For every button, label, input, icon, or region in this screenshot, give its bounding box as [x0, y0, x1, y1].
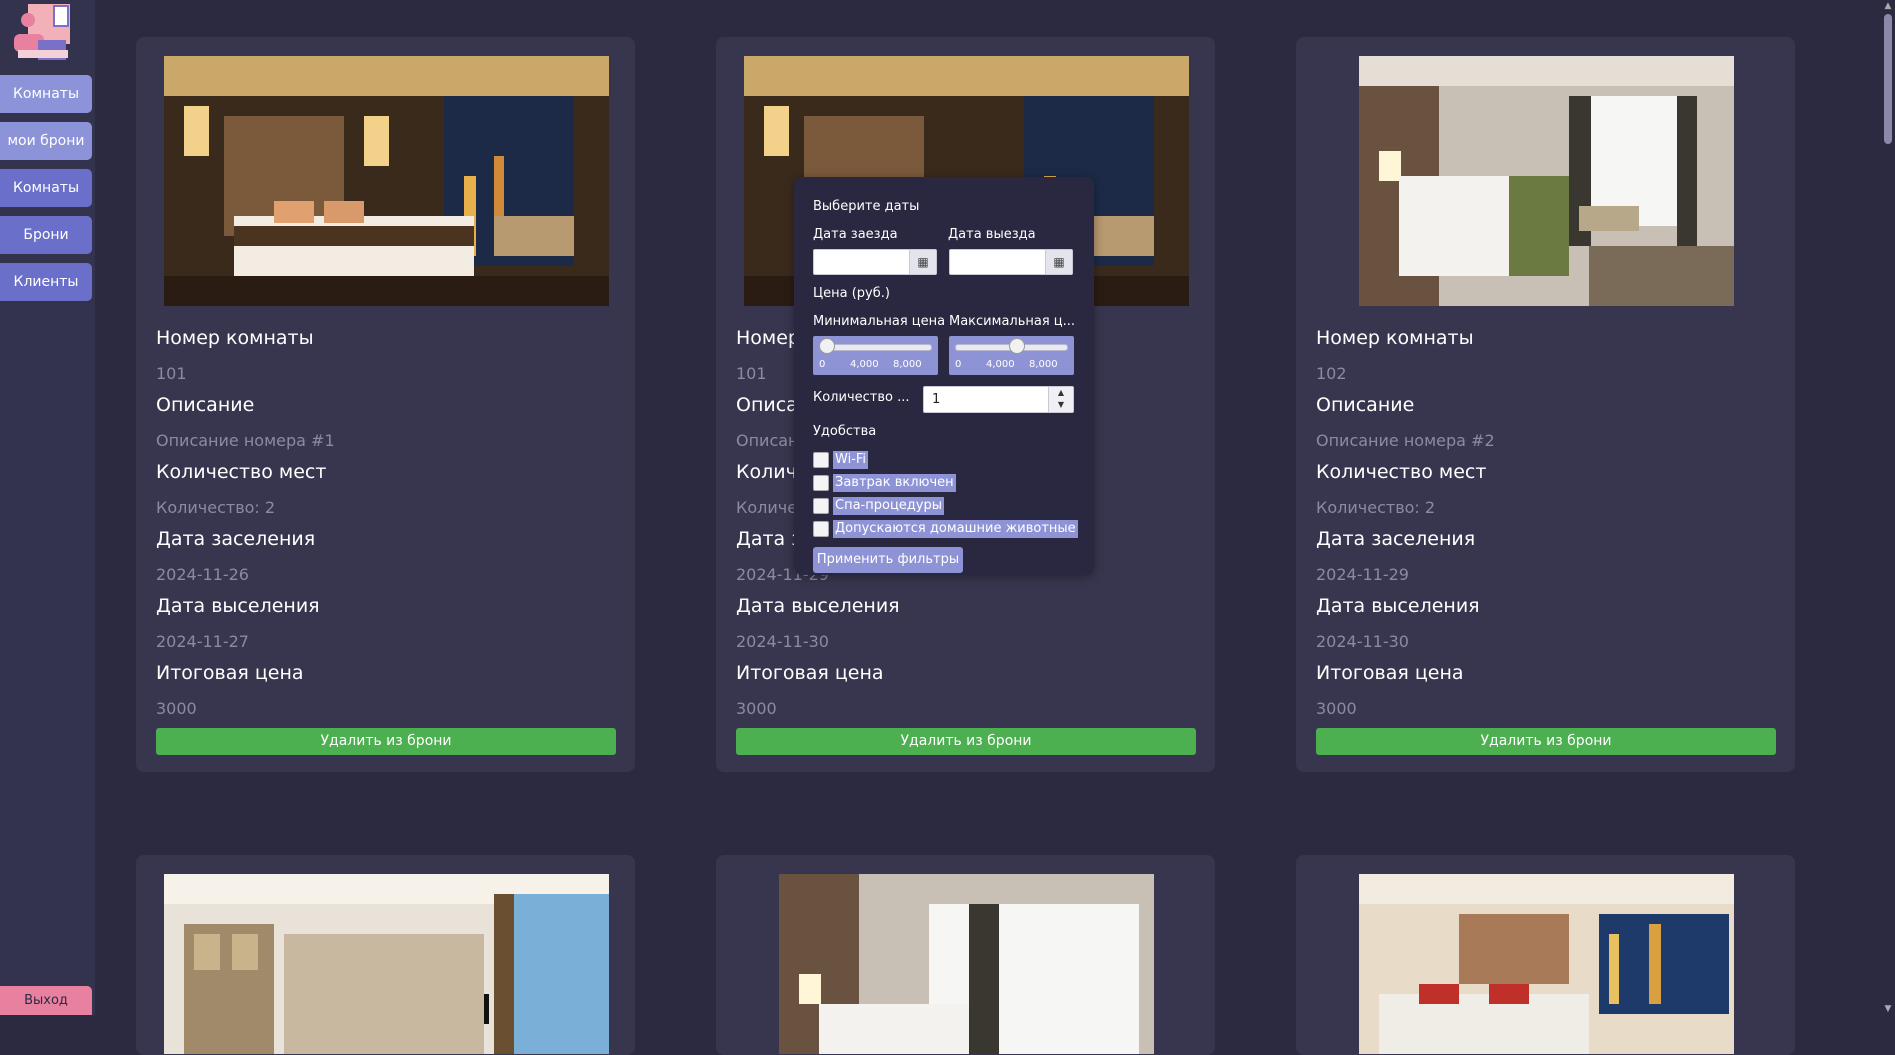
checkout-value: 2024-11-30	[736, 632, 829, 651]
sidebar-item-my-bookings[interactable]: мои брони	[0, 122, 92, 160]
room-photo	[164, 56, 609, 306]
room-number-title: Номер комнаты	[156, 327, 314, 349]
amenity-breakfast[interactable]: Завтрак включен	[813, 474, 956, 492]
scrollbar-thumb[interactable]	[1884, 14, 1892, 144]
checkout-title: Дата выселения	[1316, 595, 1480, 617]
chevron-up-icon[interactable]: ▲	[1049, 387, 1073, 399]
tick-label: 8,000	[1029, 359, 1058, 370]
spinner-arrows[interactable]: ▲ ▼	[1048, 387, 1073, 412]
sidebar-item-rooms-admin[interactable]: Комнаты	[0, 169, 92, 207]
room-number-value: 101	[736, 364, 767, 383]
remove-from-booking-button[interactable]: Удалить из брони	[736, 728, 1196, 755]
guests-spinner[interactable]: 1 ▲ ▼	[923, 386, 1074, 413]
checkout-date-input[interactable]: ▦	[949, 249, 1073, 275]
filter-title: Выберите даты	[813, 199, 920, 214]
room-card	[716, 855, 1215, 1055]
total-value: 3000	[736, 699, 777, 718]
checkin-title: Дата заселения	[1316, 528, 1476, 550]
checkout-date-label: Дата выезда	[948, 227, 1036, 242]
tick-label: 4,000	[850, 359, 879, 370]
remove-from-booking-button[interactable]: Удалить из брони	[1316, 728, 1776, 755]
amenity-pets[interactable]: Допускаются домашние животные	[813, 520, 1078, 538]
room-photo	[1359, 874, 1734, 1054]
exit-button[interactable]: Выход	[0, 986, 92, 1015]
description-value: Описание номера #2	[1316, 431, 1495, 450]
room-photo	[1359, 56, 1734, 306]
calendar-icon[interactable]: ▦	[909, 250, 936, 274]
room-photo	[164, 874, 609, 1054]
total-title: Итоговая цена	[156, 662, 304, 684]
room-card	[136, 855, 635, 1055]
amenity-label: Завтрак включен	[833, 474, 956, 492]
amenity-label: Спа-процедуры	[833, 497, 944, 515]
room-number-value: 101	[156, 364, 187, 383]
filter-panel: Выберите даты Дата заезда Дата выезда ▦ …	[794, 177, 1094, 575]
min-price-label: Минимальная цена	[813, 314, 946, 329]
total-title: Итоговая цена	[1316, 662, 1464, 684]
room-card: Номер комнаты 102 Описание Описание номе…	[1296, 37, 1795, 772]
amenities-label: Удобства	[813, 424, 877, 439]
checkout-value: 2024-11-27	[156, 632, 249, 651]
checkout-title: Дата выселения	[736, 595, 900, 617]
room-number-title: Номер комнаты	[1316, 327, 1474, 349]
checkin-value: 2024-11-29	[1316, 565, 1409, 584]
sidebar-item-clients[interactable]: Клиенты	[0, 263, 92, 301]
description-title: Описание	[1316, 394, 1415, 416]
apply-filters-button[interactable]: Применить фильтры	[813, 547, 963, 573]
tick-label: 8,000	[893, 359, 922, 370]
description-title: Описание	[156, 394, 255, 416]
guests-value: 1	[932, 392, 941, 407]
scroll-down-icon[interactable]: ▼	[1881, 1003, 1895, 1015]
seats-title: Количество мест	[1316, 461, 1487, 483]
checkbox[interactable]	[813, 475, 829, 491]
checkin-date-input[interactable]: ▦	[813, 249, 937, 275]
guests-label: Количество ...	[813, 390, 910, 405]
amenity-spa[interactable]: Спа-процедуры	[813, 497, 944, 515]
slider-thumb[interactable]	[1009, 338, 1026, 354]
seats-title: Количество мест	[156, 461, 327, 483]
seats-value: Количество: 2	[156, 498, 276, 517]
min-price-slider[interactable]: 0 4,000 8,000	[813, 336, 938, 375]
total-title: Итоговая цена	[736, 662, 884, 684]
chevron-down-icon[interactable]: ▼	[1049, 399, 1073, 411]
room-card	[1296, 855, 1795, 1055]
max-price-slider[interactable]: 0 4,000 8,000	[949, 336, 1074, 375]
scroll-up-icon[interactable]: ▲	[1881, 0, 1895, 12]
amenity-wifi[interactable]: Wi-Fi	[813, 451, 869, 469]
checkbox[interactable]	[813, 521, 829, 537]
slider-track[interactable]	[819, 344, 932, 351]
room-photo	[779, 874, 1154, 1054]
amenity-label: Wi-Fi	[833, 451, 869, 469]
sidebar-item-bookings[interactable]: Брони	[0, 216, 92, 254]
remove-from-booking-button[interactable]: Удалить из брони	[156, 728, 616, 755]
sidebar-item-rooms[interactable]: Комнаты	[0, 75, 92, 113]
checkout-title: Дата выселения	[156, 595, 320, 617]
checkbox[interactable]	[813, 452, 829, 468]
checkbox[interactable]	[813, 498, 829, 514]
hotel-logo	[14, 4, 70, 60]
amenity-label: Допускаются домашние животные	[833, 520, 1078, 538]
tick-label: 0	[955, 359, 962, 370]
tick-label: 0	[819, 359, 826, 370]
total-value: 3000	[1316, 699, 1357, 718]
price-label: Цена (руб.)	[813, 286, 890, 301]
description-value: Описан	[736, 431, 799, 450]
vertical-scrollbar[interactable]: ▲ ▼	[1881, 0, 1895, 1015]
room-card: Номер комнаты 101 Описание Описание номе…	[136, 37, 635, 772]
sidebar: Комнаты мои брони Комнаты Брони Клиенты …	[0, 0, 95, 1015]
description-value: Описание номера #1	[156, 431, 335, 450]
slider-thumb[interactable]	[819, 338, 835, 354]
total-value: 3000	[156, 699, 197, 718]
checkin-title: Дата заселения	[156, 528, 316, 550]
calendar-icon[interactable]: ▦	[1045, 250, 1072, 274]
checkout-value: 2024-11-30	[1316, 632, 1409, 651]
checkin-date-label: Дата заезда	[813, 227, 898, 242]
seats-value: Количество: 2	[1316, 498, 1436, 517]
room-number-title: Номер	[736, 327, 800, 349]
checkin-value: 2024-11-26	[156, 565, 249, 584]
max-price-label: Максимальная ц...	[949, 314, 1076, 329]
room-number-value: 102	[1316, 364, 1347, 383]
tick-label: 4,000	[986, 359, 1015, 370]
seats-value: Количе	[736, 498, 798, 517]
